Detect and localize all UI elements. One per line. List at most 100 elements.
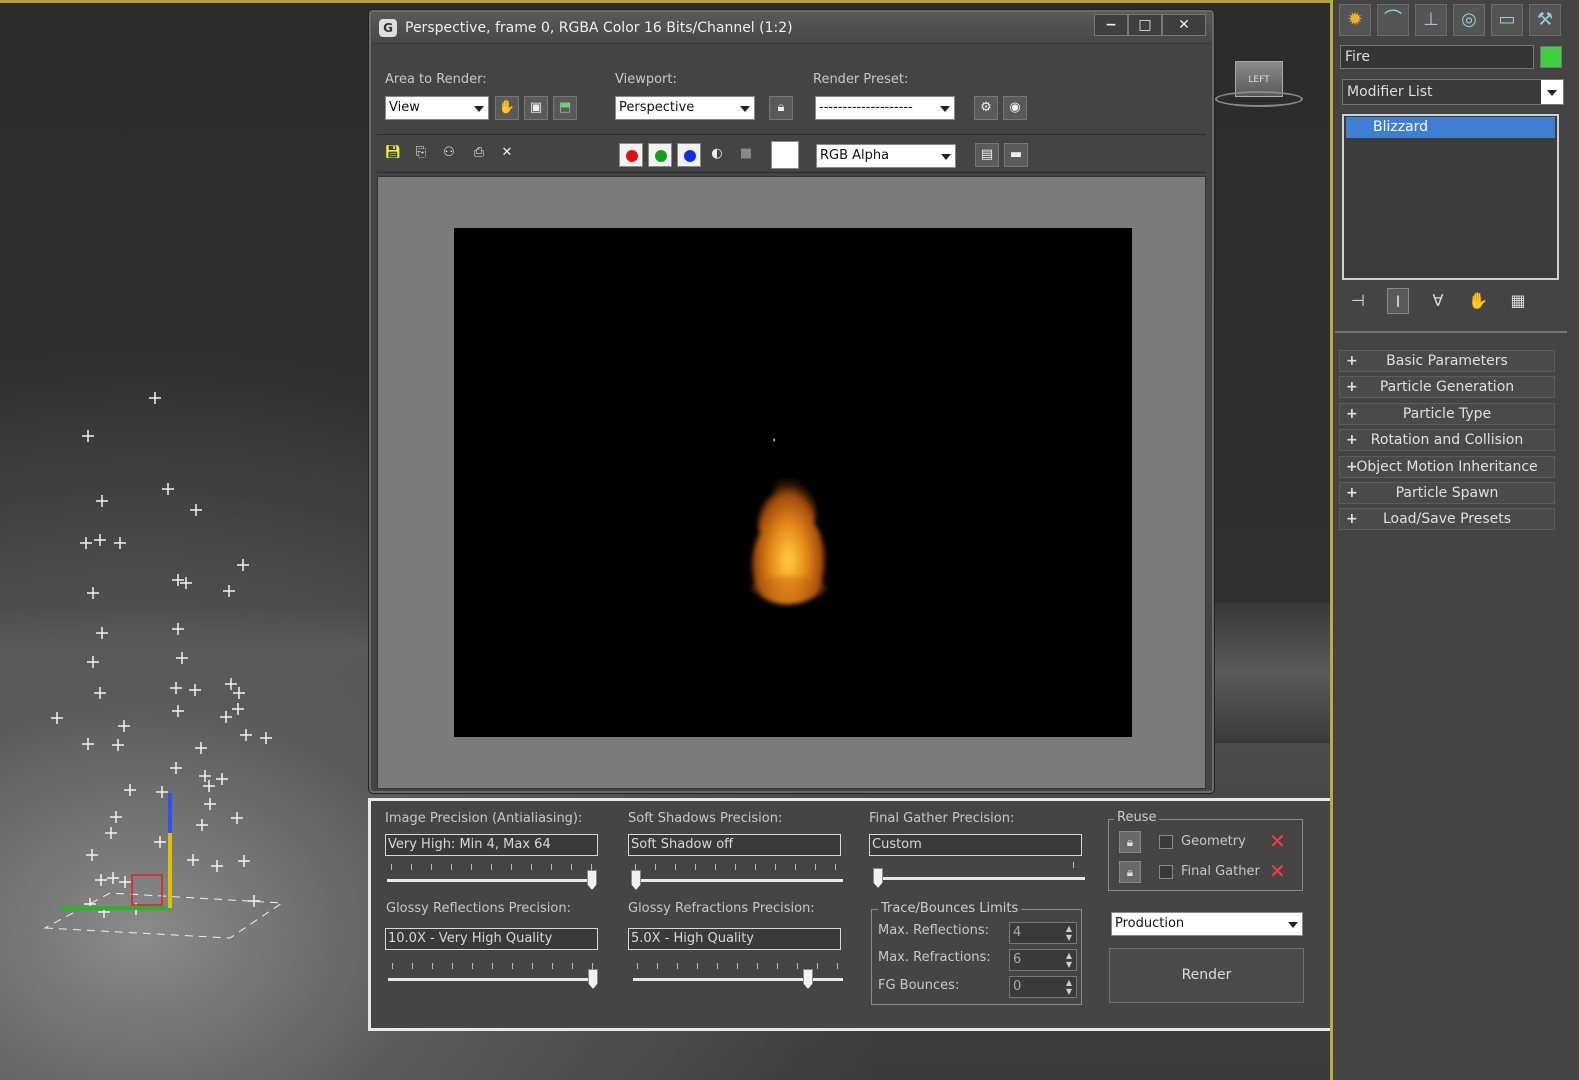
create-tab-icon[interactable]: ✹ (1339, 4, 1371, 36)
rollout-particle-type[interactable]: + Particle Type (1339, 402, 1555, 425)
green-channel-button[interactable] (648, 143, 672, 167)
max-refractions-value: 6 (1013, 952, 1022, 967)
environment-effects-icon[interactable]: ◉ (1003, 96, 1027, 120)
chevron-down-icon (941, 154, 951, 160)
slider-thumb[interactable] (803, 969, 813, 989)
particle-marker (172, 574, 184, 586)
modifier-list-label: Modifier List (1347, 84, 1433, 100)
clear-image-icon[interactable]: ✕ (495, 142, 519, 166)
copy-image-icon[interactable]: ⎘ (409, 142, 433, 166)
fg-bounces-label: FG Bounces: (878, 978, 960, 993)
slider-thumb[interactable] (873, 868, 883, 888)
geometry-label: Geometry (1181, 834, 1246, 849)
spinner-arrows-icon[interactable]: ▲ ▼ (1064, 951, 1074, 969)
lock-icon[interactable]: 🔒︎ (1119, 831, 1141, 853)
particle-marker (154, 836, 166, 848)
fg-bounces-spinner[interactable]: 0 ▲ ▼ (1009, 976, 1077, 998)
red-channel-button[interactable] (619, 143, 643, 167)
modifier-stack[interactable]: Blizzard (1342, 114, 1559, 280)
region-render-icon[interactable]: ⬒ (553, 96, 577, 120)
rollout-basic-parameters[interactable]: + Basic Parameters (1339, 350, 1555, 372)
slider-thumb[interactable] (631, 870, 641, 890)
max-reflections-label: Max. Reflections: (878, 923, 989, 938)
spinner-arrows-icon[interactable]: ▲ ▼ (1064, 924, 1074, 942)
particle-marker (170, 762, 182, 774)
3dsmax-app-icon: G (379, 18, 397, 37)
glossy-reflections-slider[interactable] (388, 960, 598, 990)
object-color-swatch[interactable] (1540, 46, 1562, 68)
max-reflections-spinner[interactable]: 4 ▲ ▼ (1009, 922, 1077, 944)
rollout-particle-generation[interactable]: + Particle Generation (1339, 376, 1555, 399)
fg-bounces-value: 0 (1013, 979, 1022, 994)
modify-tab-icon[interactable]: ⌒ (1377, 4, 1409, 36)
expand-plus-icon: + (1346, 458, 1358, 475)
show-end-result-icon[interactable]: I (1387, 288, 1409, 314)
rollout-object-motion-inheritance[interactable]: + Object Motion Inheritance (1339, 455, 1555, 478)
particle-marker (176, 652, 188, 664)
spinner-arrows-icon[interactable]: ▲ ▼ (1064, 978, 1074, 996)
glossy-refractions-slider[interactable] (633, 960, 843, 990)
render-mode-dropdown[interactable]: Production (1111, 912, 1303, 936)
toggle-ui-overlay-icon[interactable]: ▤ (975, 143, 999, 167)
emitter-icon[interactable] (131, 874, 163, 906)
motion-tab-icon[interactable]: ◎ (1453, 4, 1485, 36)
lock-icon[interactable]: 🔒︎ (1119, 861, 1141, 883)
slider-track (387, 879, 597, 882)
rollout-particle-spawn[interactable]: + Particle Spawn (1339, 482, 1555, 504)
slider-thumb[interactable] (587, 870, 597, 890)
print-image-icon[interactable]: ⎙ (467, 142, 491, 166)
make-unique-icon[interactable]: ∀ (1427, 288, 1449, 314)
final-gather-checkbox[interactable] (1159, 865, 1173, 879)
image-precision-slider[interactable] (387, 861, 597, 891)
area-to-render-dropdown[interactable]: View (385, 96, 489, 120)
rollout-label: Object Motion Inheritance (1356, 458, 1538, 475)
color-swatch[interactable] (771, 141, 799, 169)
viewport-dropdown[interactable]: Perspective (615, 96, 755, 120)
monochrome-icon[interactable]: ■ (734, 143, 758, 167)
blue-channel-button[interactable] (677, 143, 701, 167)
slider-thumb[interactable] (588, 969, 598, 989)
soft-shadows-slider[interactable] (631, 861, 843, 891)
edit-region-icon[interactable]: ✋ (495, 96, 519, 120)
auto-region-icon[interactable]: ▣ (524, 96, 548, 120)
alpha-channel-icon[interactable]: ◐ (705, 143, 729, 167)
clear-final-gather-icon[interactable]: ✕ (1269, 859, 1286, 883)
display-tab-icon[interactable]: ▭ (1491, 4, 1523, 36)
lock-viewport-icon[interactable]: 🔒︎ (769, 96, 793, 120)
render-window-titlebar[interactable]: G Perspective, frame 0, RGBA Color 16 Bi… (371, 12, 1212, 44)
hierarchy-tab-icon[interactable]: ⊥ (1415, 4, 1447, 36)
viewport-label: Viewport: (615, 72, 677, 87)
rollout-load-save-presets[interactable]: + Load/Save Presets (1339, 508, 1555, 531)
geometry-checkbox[interactable] (1159, 835, 1173, 849)
channel-value: RGB Alpha (820, 148, 890, 163)
display-channel-dropdown[interactable]: RGB Alpha (816, 144, 956, 168)
modifier-list-dropdown[interactable]: Modifier List (1342, 79, 1564, 105)
maximize-button[interactable]: □ (1128, 14, 1162, 36)
particle-marker (82, 430, 94, 442)
blue-channel-icon (684, 150, 696, 162)
render-preset-dropdown[interactable]: -------------------- (815, 96, 955, 120)
rendered-frame-window: G Perspective, frame 0, RGBA Color 16 Bi… (369, 10, 1214, 793)
clear-geometry-icon[interactable]: ✕ (1269, 829, 1286, 853)
max-refractions-spinner[interactable]: 6 ▲ ▼ (1009, 949, 1077, 971)
stack-item-blizzard[interactable]: Blizzard (1346, 117, 1555, 138)
render-preset-label: Render Preset: (813, 72, 909, 87)
final-gather-slider[interactable] (873, 859, 1085, 889)
chevron-down-icon (740, 106, 750, 112)
clone-frame-icon[interactable]: ⚇ (437, 142, 461, 166)
configure-sets-icon[interactable]: ▦ (1507, 288, 1529, 314)
toggle-ui-icon[interactable]: ▬ (1004, 143, 1028, 167)
rollout-rotation-and-collision[interactable]: + Rotation and Collision (1339, 429, 1555, 452)
soft-shadows-label: Soft Shadows Precision: (628, 811, 783, 826)
object-name-field[interactable]: Fire (1340, 45, 1534, 69)
pin-stack-icon[interactable]: ⊣ (1347, 288, 1369, 314)
minimize-button[interactable]: − (1094, 14, 1128, 36)
remove-modifier-icon[interactable]: ✋ (1467, 288, 1489, 314)
viewcube[interactable]: LEFT (1215, 55, 1305, 115)
close-button[interactable]: ✕ (1162, 14, 1206, 36)
render-button[interactable]: Render (1109, 948, 1304, 1003)
utilities-tab-icon[interactable]: ⚒ (1529, 4, 1561, 36)
render-setup-icon[interactable]: ⚙ (974, 96, 998, 120)
viewcube-compass-ring[interactable] (1215, 91, 1303, 107)
save-image-icon[interactable]: 💾︎ (381, 142, 405, 166)
